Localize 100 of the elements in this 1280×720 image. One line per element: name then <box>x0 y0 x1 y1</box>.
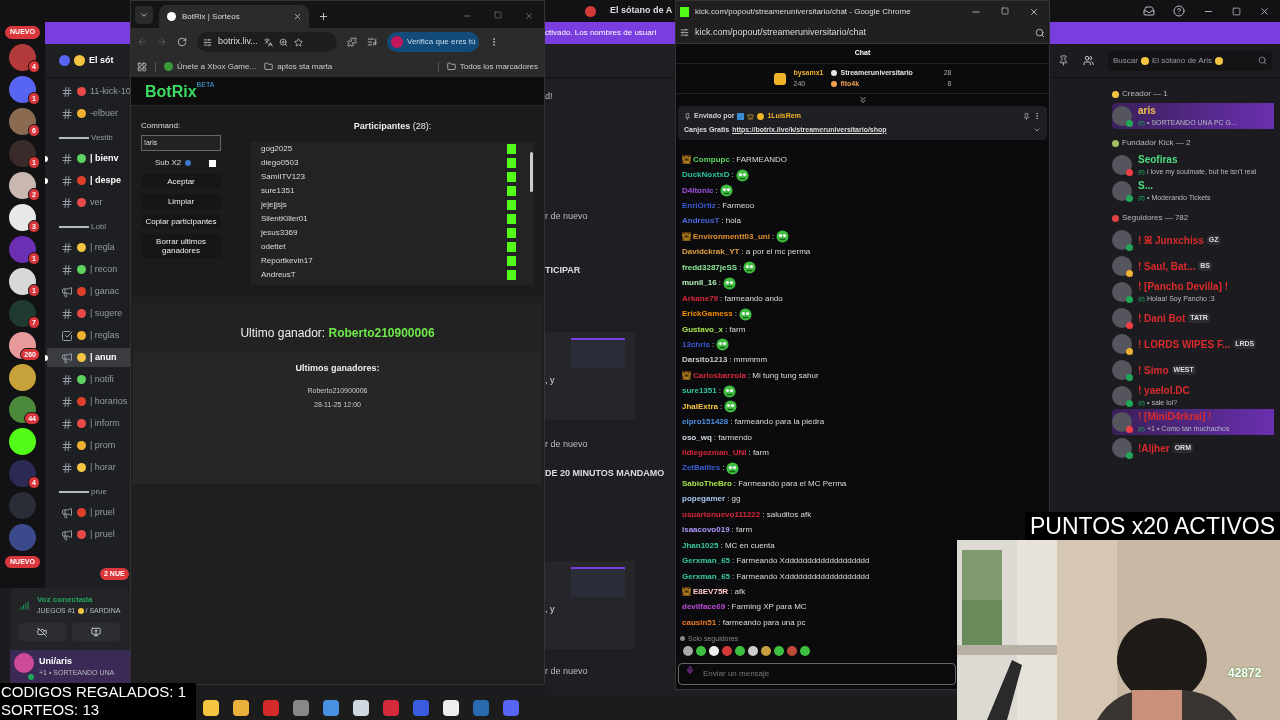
maximize-icon[interactable] <box>1001 6 1009 15</box>
apps-icon[interactable] <box>137 61 147 72</box>
bookmark[interactable]: aptos sta marta <box>264 60 333 73</box>
pin-icon[interactable] <box>1058 55 1069 66</box>
emote-icon[interactable] <box>748 646 758 657</box>
emoji-icon <box>74 55 85 66</box>
search-icon[interactable] <box>1035 27 1045 38</box>
browser-tab[interactable]: BotRix | Sorteos <box>159 5 309 28</box>
thumbnail <box>571 567 625 597</box>
message-field[interactable]: Enviar un mensaje <box>678 662 956 685</box>
channel-item[interactable]: | horar <box>47 458 130 477</box>
avatar <box>1112 106 1132 126</box>
server-icon[interactable] <box>9 395 36 423</box>
participant-name: jesus3369 <box>261 226 298 239</box>
emoji-icon <box>77 265 86 274</box>
channel-item[interactable]: | despe <box>47 171 130 190</box>
server-icon[interactable] <box>9 363 36 391</box>
menu-icon[interactable] <box>1033 112 1041 121</box>
category-label[interactable]: prue <box>91 486 107 498</box>
site-settings-icon[interactable] <box>203 37 212 47</box>
new-tab-icon[interactable] <box>318 11 329 22</box>
emote-icon[interactable] <box>709 646 719 657</box>
channel-item[interactable]: -elbuer <box>47 104 130 123</box>
channel-item[interactable]: 11-kick-10 <box>47 82 130 101</box>
extensions-icon[interactable] <box>347 37 357 47</box>
server-icon[interactable] <box>9 427 36 455</box>
channel-item[interactable]: | regla <box>47 238 130 257</box>
server-icon[interactable] <box>9 107 36 135</box>
channel-item[interactable]: | sugere <box>47 304 130 323</box>
codes-count: CODIGOS REGALADOS: 1 <box>1 683 188 701</box>
close-icon[interactable] <box>1259 5 1270 17</box>
hash-icon <box>61 373 73 386</box>
bookmark[interactable]: Todos los marcadores <box>446 60 538 73</box>
channel-item[interactable]: ver <box>47 193 130 212</box>
translate-icon[interactable] <box>263 37 273 47</box>
app-icon[interactable] <box>203 699 219 716</box>
profile-button[interactable]: Verifica que eres tú <box>387 32 480 52</box>
emoji-icon <box>77 176 86 185</box>
emote-icon <box>738 307 752 321</box>
channel-item[interactable]: | notifi <box>47 370 130 389</box>
site-settings-icon[interactable] <box>680 28 689 37</box>
emote-icon[interactable] <box>774 646 784 657</box>
channel-item[interactable]: | pruel <box>47 525 130 544</box>
checkbox[interactable] <box>209 159 217 167</box>
server-icon[interactable] <box>9 203 36 231</box>
search-field[interactable]: Buscar El sótano de Aris <box>1108 50 1272 71</box>
emote-icon[interactable] <box>696 646 706 657</box>
close-tab-icon[interactable] <box>293 12 302 21</box>
chat-username: isaacovo019 <box>682 524 730 537</box>
app-icon[interactable] <box>443 699 459 716</box>
address-field[interactable]: botrix.liv... <box>218 35 258 49</box>
emote-icon[interactable] <box>735 646 745 657</box>
action-button[interactable]: Borrar ultimos ganadores <box>141 234 221 258</box>
avatar <box>1112 438 1132 458</box>
chat-username: 13chris <box>682 338 711 351</box>
member-name: Seofiras <box>1138 153 1178 168</box>
members-icon[interactable] <box>1083 55 1094 66</box>
channel-item[interactable]: | prom <box>47 436 130 455</box>
emote-icon <box>776 230 790 244</box>
collapse-icon[interactable] <box>857 95 868 105</box>
bookmark[interactable]: Únete a Xbox Game... <box>164 60 257 73</box>
app-icon[interactable] <box>353 699 369 716</box>
channel-item[interactable]: | bienv <box>47 149 130 168</box>
action-button[interactable]: Aceptar <box>141 174 221 189</box>
close-icon[interactable] <box>1029 6 1039 17</box>
action-button[interactable]: Copiar participantes <box>141 214 221 229</box>
category-label[interactable]: Vestib <box>91 132 113 144</box>
member-name: ! ꕤ Junxchiss <box>1138 233 1204 248</box>
chat-username: EnriOrtiz <box>682 200 716 213</box>
category-label[interactable]: Lobl <box>91 221 107 233</box>
emote-icon[interactable] <box>800 646 810 657</box>
action-button[interactable]: Limpiar <box>141 194 221 209</box>
channel-item[interactable]: | inform <box>47 414 130 433</box>
pin-icon[interactable] <box>1023 112 1030 120</box>
reload-icon[interactable] <box>177 37 187 47</box>
channel-item[interactable]: | horarios <box>47 392 130 411</box>
channel-item[interactable]: | recon <box>47 260 130 279</box>
username: Uni/aris <box>39 654 73 668</box>
star-icon[interactable] <box>293 37 303 47</box>
zoom-icon[interactable] <box>278 37 288 47</box>
inbox-icon[interactable] <box>1143 5 1155 17</box>
help-icon[interactable] <box>1173 5 1185 17</box>
group-header: Seguidores — 782 <box>1122 212 1189 224</box>
avatar <box>1112 360 1132 380</box>
channel-item[interactable]: | reglas <box>47 326 130 345</box>
maximize-icon[interactable] <box>1232 6 1241 16</box>
emote-icon[interactable] <box>761 646 771 657</box>
channel-item[interactable]: | ganac <box>47 282 130 301</box>
camera-button[interactable] <box>18 622 66 641</box>
channel-item[interactable]: | anun <box>47 348 130 367</box>
app-icon[interactable] <box>233 699 249 716</box>
server-icon[interactable] <box>9 267 36 295</box>
chat-message: : <box>718 277 721 290</box>
screen-share-button[interactable] <box>72 622 120 641</box>
points-text: PUNTOS x20 ACTIVOS <box>1030 511 1275 541</box>
channel-item[interactable]: | pruel <box>47 503 130 522</box>
media-icon[interactable] <box>367 37 377 47</box>
emote-icon[interactable] <box>683 646 693 657</box>
server-icon[interactable] <box>9 171 36 199</box>
chat-username: Compupc <box>693 153 730 166</box>
